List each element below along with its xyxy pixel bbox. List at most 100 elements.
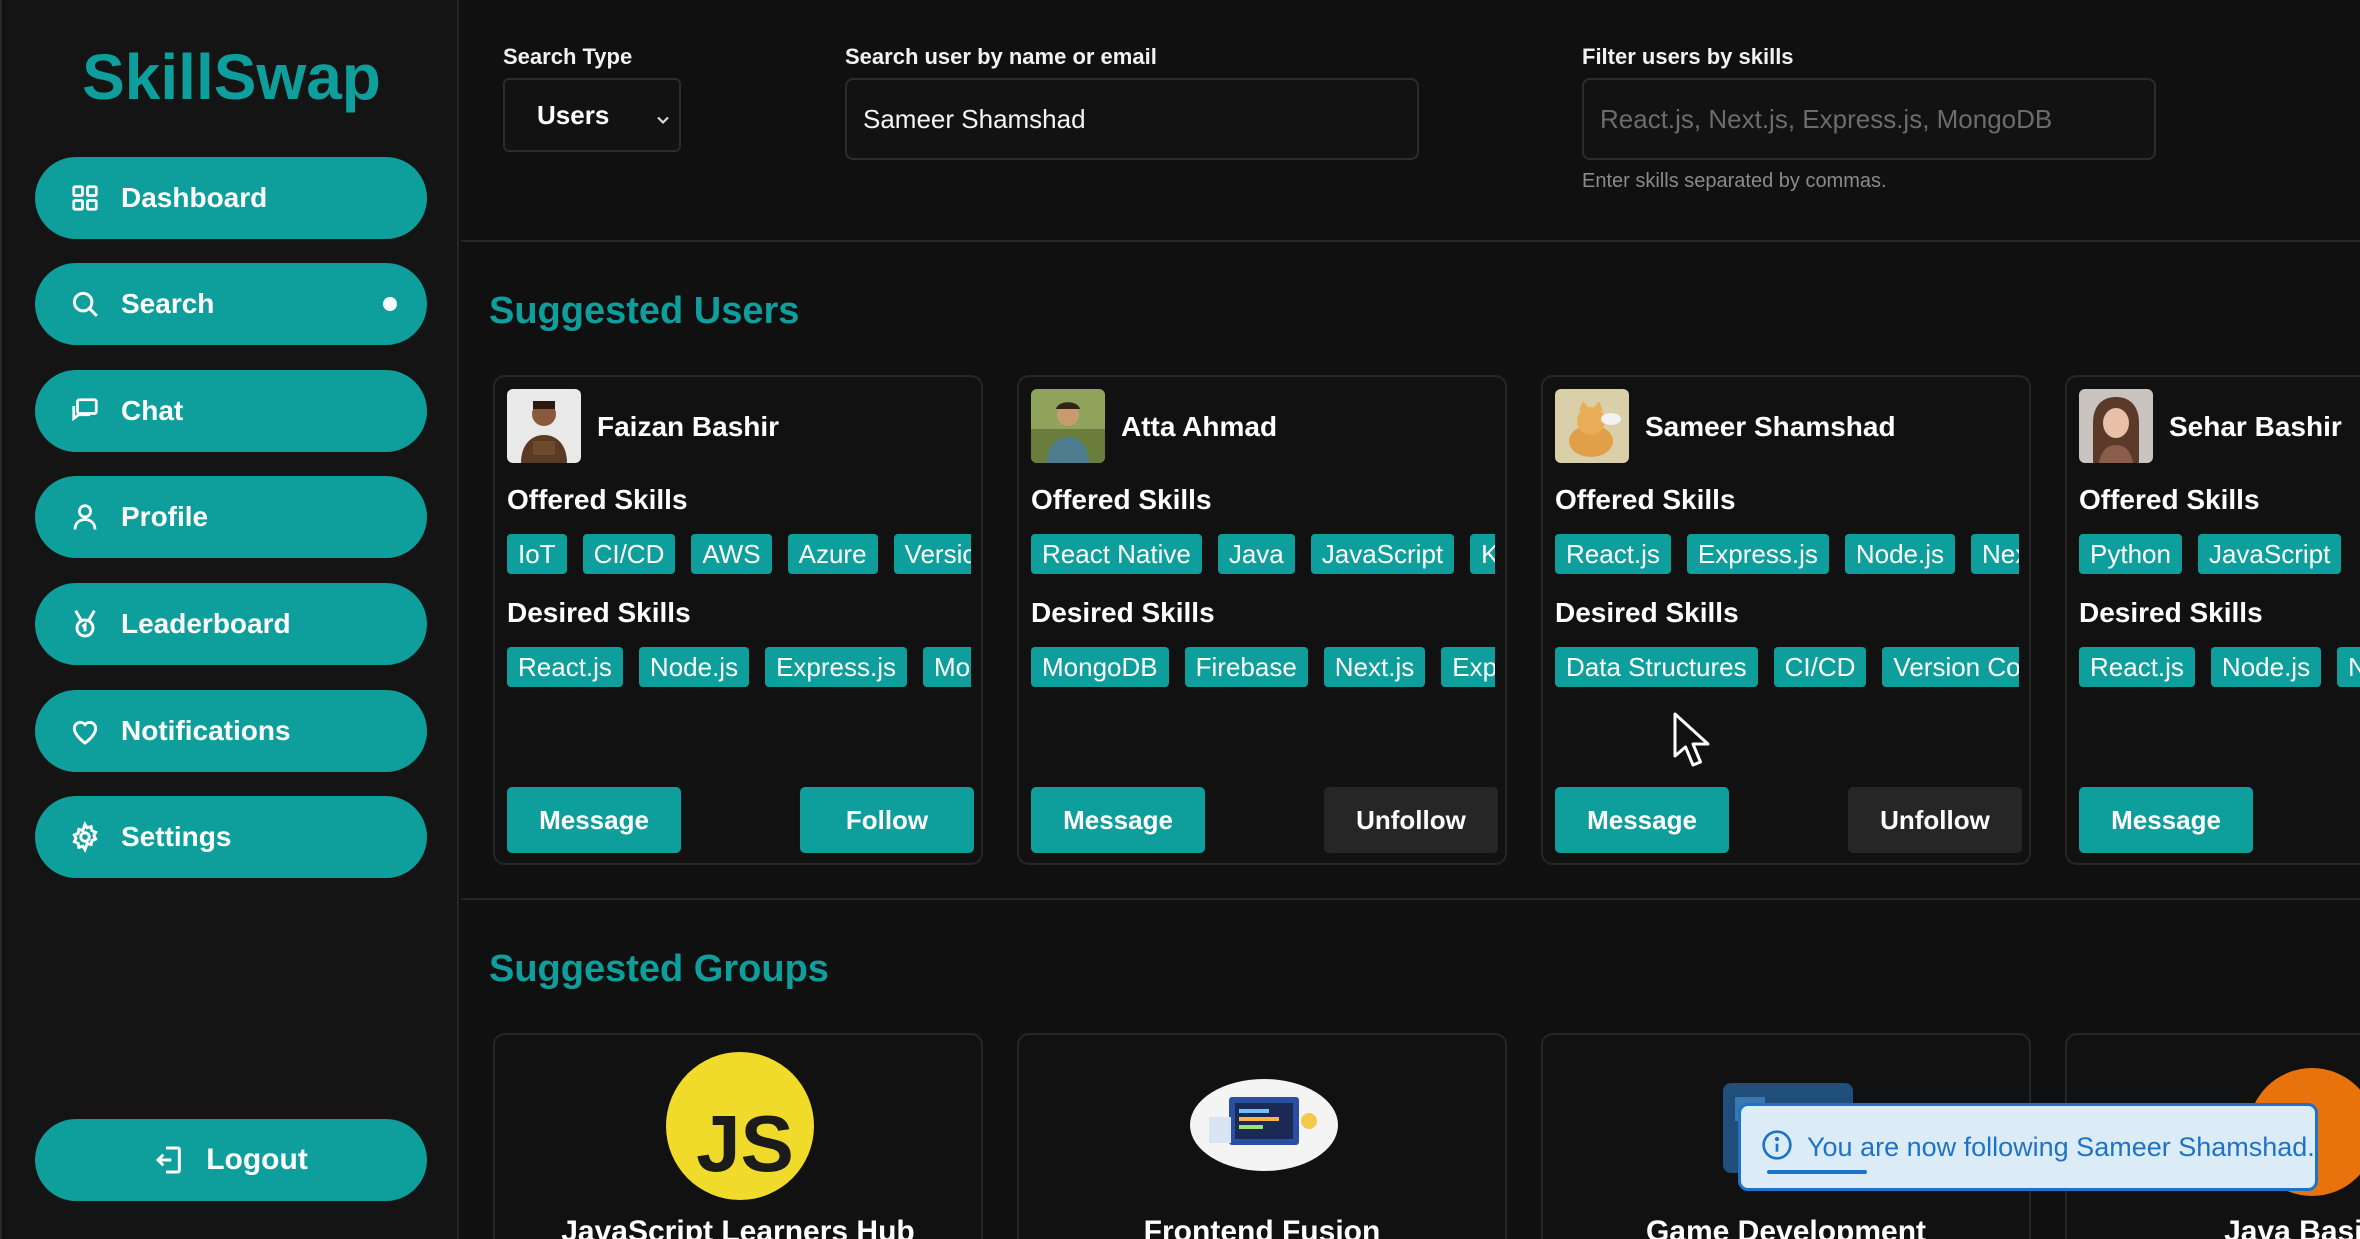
skills-filter-input[interactable]	[1582, 78, 2156, 160]
offered-skills-heading: Offered Skills	[2079, 484, 2260, 515]
avatar	[507, 389, 581, 463]
heart-icon	[69, 715, 101, 747]
group-card[interactable]: JS JavaScript Learners Hub	[493, 1033, 983, 1239]
offered-skills-list: IoT CI/CD AWS Azure Version Control	[507, 534, 971, 578]
svg-text:JS: JS	[696, 1099, 794, 1188]
desired-skills-list: React.js Node.js Express.js MongoDB	[507, 647, 971, 691]
skill-chip: Node.js	[638, 647, 750, 687]
user-card: Sameer Shamshad Offered Skills React.js …	[1541, 375, 2031, 865]
skill-chip: Version Control	[893, 534, 971, 574]
skill-chip: Azure	[787, 534, 878, 574]
follow-button[interactable]: Follow	[800, 787, 974, 853]
avatar	[1031, 389, 1105, 463]
message-button[interactable]: Message	[507, 787, 681, 853]
sidebar: SkillSwap Dashboard Search Chat Profile …	[4, 0, 459, 1239]
chevron-down-icon	[653, 106, 673, 137]
desired-skills-heading: Desired Skills	[1031, 597, 1215, 628]
desired-skills-heading: Desired Skills	[2079, 597, 2263, 628]
sidebar-item-label: Leaderboard	[121, 608, 291, 639]
skill-chip: Node.js	[2210, 647, 2322, 687]
chat-icon	[69, 395, 101, 427]
desired-skills-heading: Desired Skills	[1555, 597, 1739, 628]
group-card[interactable]: Frontend Fusion	[1017, 1033, 1507, 1239]
divider	[461, 240, 2360, 242]
message-button[interactable]: Message	[2079, 787, 2253, 853]
desired-skills-heading: Desired Skills	[507, 597, 691, 628]
skill-chip: Firebase	[1184, 647, 1308, 687]
skill-chip: Next.js	[1323, 647, 1426, 687]
skill-chip: IoT	[507, 534, 567, 574]
sidebar-item-label: Search	[121, 288, 215, 319]
avatar	[1555, 389, 1629, 463]
suggested-groups-heading: Suggested Groups	[489, 948, 829, 990]
info-icon	[1761, 1129, 1793, 1166]
toast-progress-bar	[1767, 1170, 1867, 1174]
skill-chip: Next.js	[1971, 534, 2019, 574]
skill-chip: React.js	[507, 647, 623, 687]
sidebar-item-label: Chat	[121, 395, 184, 426]
search-input[interactable]	[845, 78, 1419, 160]
offered-skills-heading: Offered Skills	[1031, 484, 1212, 515]
active-indicator-dot	[383, 297, 397, 311]
message-button[interactable]: Message	[1555, 787, 1729, 853]
search-icon	[69, 288, 101, 320]
main-content: Search Type Users Search user by name or…	[461, 0, 2360, 1239]
sidebar-item-label: Profile	[121, 501, 209, 532]
skill-chip: Java	[1217, 534, 1295, 574]
sidebar-item-chat[interactable]: Chat	[35, 370, 427, 452]
divider	[461, 898, 2360, 900]
skill-chip: MongoDB	[923, 647, 971, 687]
skill-chip: React Native	[1031, 534, 1202, 574]
desired-skills-list: React.js Node.js Next.js	[2079, 647, 2360, 691]
search-type-label: Search Type	[503, 44, 633, 69]
sidebar-item-label: Dashboard	[121, 182, 268, 213]
unfollow-button[interactable]: Unfollow	[1324, 787, 1498, 853]
sidebar-item-search[interactable]: Search	[35, 263, 427, 345]
toast-notification[interactable]: You are now following Sameer Shamshad.	[1738, 1103, 2318, 1191]
user-icon	[69, 501, 101, 533]
skills-filter-label: Filter users by skills	[1582, 44, 1794, 69]
sidebar-item-dashboard[interactable]: Dashboard	[35, 157, 427, 239]
logout-icon	[154, 1144, 186, 1176]
skill-chip: Next.js	[2337, 647, 2360, 687]
gear-icon	[69, 821, 101, 853]
javascript-logo-icon: JS	[666, 1052, 814, 1200]
toast-message: You are now following Sameer Shamshad.	[1807, 1131, 2315, 1162]
message-button[interactable]: Message	[1031, 787, 1205, 853]
search-query-label: Search user by name or email	[845, 44, 1157, 69]
skill-chip: CI/CD	[582, 534, 676, 574]
logout-button[interactable]: Logout	[35, 1119, 427, 1201]
group-name: Frontend Fusion	[1143, 1215, 1381, 1239]
skill-chip: AWS	[691, 534, 772, 574]
group-name: Game Development	[1645, 1215, 1927, 1239]
app-logo: SkillSwap	[82, 41, 381, 113]
skill-chip: Python	[2079, 534, 2182, 574]
user-card: Sehar Bashir Offered Skills Python JavaS…	[2065, 375, 2360, 865]
offered-skills-heading: Offered Skills	[507, 484, 688, 515]
unfollow-button[interactable]: Unfollow	[1848, 787, 2022, 853]
sidebar-item-profile[interactable]: Profile	[35, 476, 427, 558]
search-type-value: Users	[537, 99, 610, 130]
logout-label: Logout	[206, 1143, 308, 1176]
skill-chip: React.js	[2079, 647, 2195, 687]
offered-skills-heading: Offered Skills	[1555, 484, 1736, 515]
sidebar-item-label: Settings	[121, 821, 232, 852]
skill-chip: JavaScript	[1310, 534, 1455, 574]
sidebar-item-notifications[interactable]: Notifications	[35, 690, 427, 772]
sidebar-item-label: Notifications	[121, 715, 291, 746]
user-card: Atta Ahmad Offered Skills React Native J…	[1017, 375, 1507, 865]
skill-chip: Express.js	[1686, 534, 1829, 574]
skill-chip: Kotlin	[1470, 534, 1495, 574]
sidebar-item-leaderboard[interactable]: Leaderboard	[35, 583, 427, 665]
mouse-cursor-icon	[1673, 712, 1710, 767]
skills-filter-hint: Enter skills separated by commas.	[1582, 170, 1887, 192]
dashboard-grid-icon	[69, 182, 101, 214]
user-name: Faizan Bashir	[597, 411, 780, 442]
desired-skills-list: Data Structures CI/CD Version Control	[1555, 647, 2019, 691]
sidebar-item-settings[interactable]: Settings	[35, 796, 427, 878]
search-type-select[interactable]: Users	[503, 78, 681, 152]
group-name: JavaScript Learners Hub	[561, 1215, 915, 1239]
user-name: Sehar Bashir	[2169, 411, 2342, 442]
trophy-icon	[69, 608, 101, 640]
desired-skills-list: MongoDB Firebase Next.js Express.js	[1031, 647, 1495, 691]
